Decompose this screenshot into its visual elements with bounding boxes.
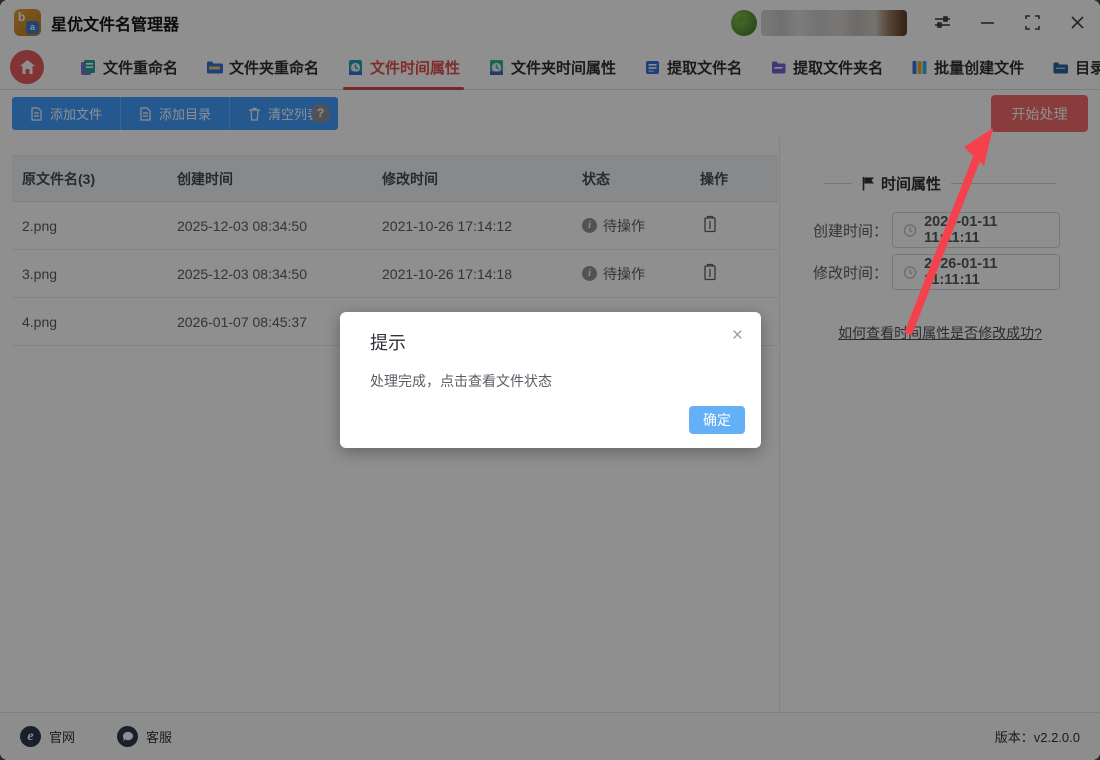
app-window: ba 星优文件名管理器 [0, 0, 1100, 760]
dialog-message: 处理完成，点击查看文件状态 [370, 371, 552, 391]
dialog-title: 提示 [370, 329, 406, 355]
dialog-ok-button[interactable]: 确定 [689, 406, 745, 434]
dialog-close-icon[interactable]: × [732, 326, 743, 345]
alert-dialog: 提示 × 处理完成，点击查看文件状态 确定 [340, 312, 761, 448]
